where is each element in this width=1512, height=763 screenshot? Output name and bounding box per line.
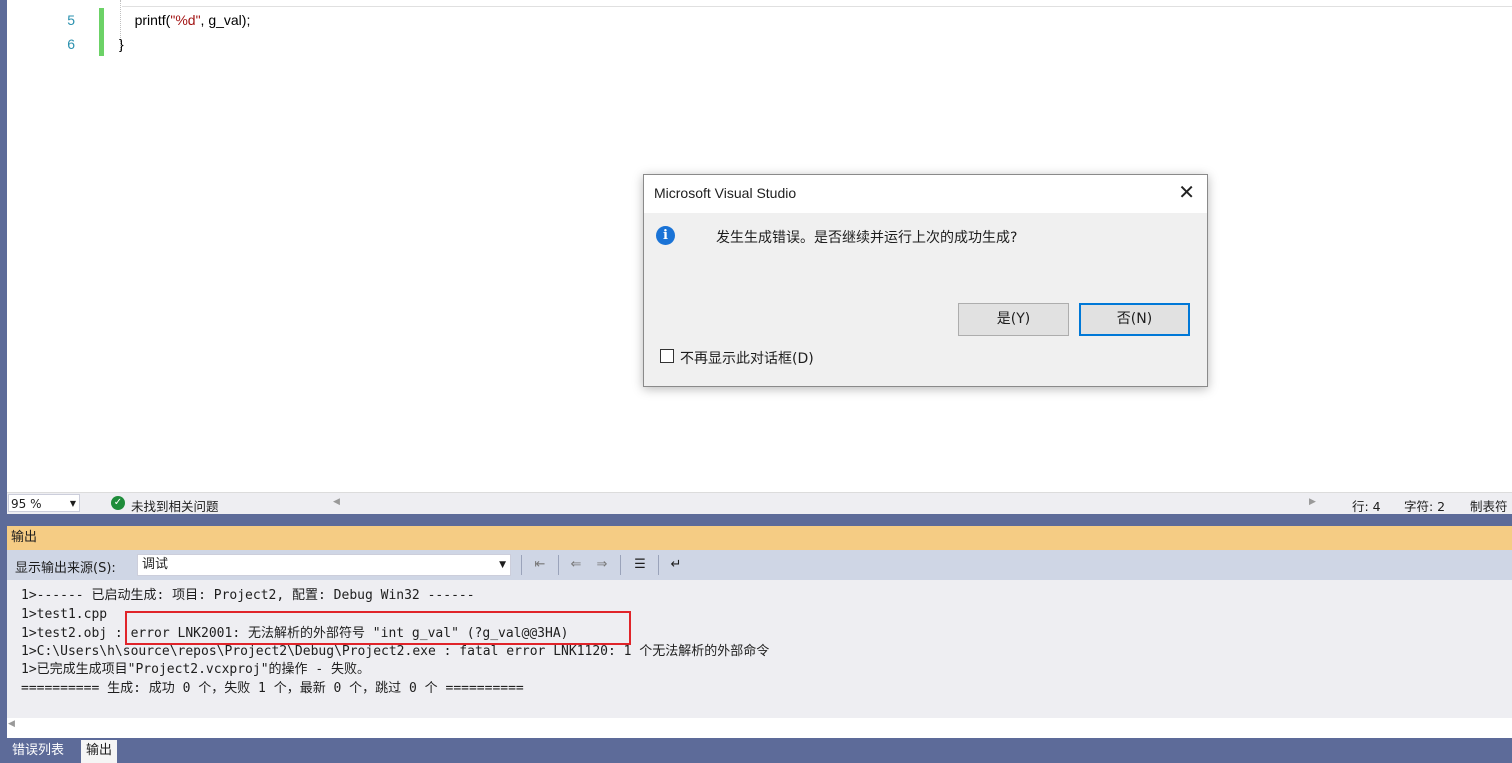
code-line[interactable]: 6 } [7, 32, 1512, 56]
word-wrap-icon[interactable]: ↵ [665, 554, 687, 576]
scroll-left-icon[interactable]: ◀ [333, 497, 340, 507]
info-icon: i [656, 226, 675, 245]
next-message-icon[interactable]: ⇒ [591, 554, 613, 576]
change-marker [99, 32, 104, 56]
line-number: 5 [67, 12, 75, 28]
output-line: 1>------ 已启动生成: 项目: Project2, 配置: Debug … [21, 588, 475, 603]
chevron-down-icon: ▼ [69, 499, 76, 508]
dont-show-again-checkbox[interactable] [660, 349, 674, 363]
output-toolbar: 显示输出来源(S): 调试 ▼ ⇤ ⇐ ⇒ ☰ ↵ [7, 550, 1512, 580]
output-source-select[interactable]: 调试 ▼ [137, 554, 511, 576]
scroll-right-icon[interactable]: ▶ [1309, 497, 1316, 507]
output-line: 1>test1.cpp [21, 607, 108, 622]
clear-all-icon[interactable]: ☰ [629, 554, 651, 576]
yes-button[interactable]: 是(Y) [958, 303, 1069, 336]
error-highlight-box [125, 611, 631, 645]
editor-status-bar: 95 % ▼ ✓ 未找到相关问题 ◀ ▶ 行: 4 字符: 2 制表符 [7, 492, 1512, 515]
bottom-tab-strip: 错误列表 输出 [7, 738, 1512, 763]
check-circle-icon: ✓ [111, 496, 125, 510]
left-window-strip [0, 0, 7, 763]
toolbar-divider [620, 555, 621, 575]
toolbar-divider [558, 555, 559, 575]
tab-output[interactable]: 输出 [81, 740, 118, 763]
dialog-message: 发生生成错误。是否继续并运行上次的成功生成? [716, 230, 1018, 246]
output-source-label: 显示输出来源(S): [15, 561, 116, 576]
output-line: 1>C:\Users\h\source\repos\Project2\Debug… [21, 644, 770, 659]
dialog-title: Microsoft Visual Studio [654, 185, 797, 201]
line-indicator: 行: 4 [1352, 499, 1381, 514]
char-indicator: 字符: 2 [1404, 499, 1446, 514]
find-message-icon[interactable]: ⇤ [529, 554, 551, 576]
no-button[interactable]: 否(N) [1079, 303, 1190, 336]
output-text-area[interactable]: 1>------ 已启动生成: 项目: Project2, 配置: Debug … [7, 580, 1512, 718]
output-panel-title: 输出 [7, 526, 1512, 550]
issues-status[interactable]: 未找到相关问题 [131, 496, 219, 515]
build-error-dialog: Microsoft Visual Studio ✕ i 发生生成错误。是否继续并… [643, 174, 1208, 387]
zoom-dropdown[interactable]: 95 % ▼ [8, 494, 80, 512]
dont-show-again-label[interactable]: 不再显示此对话框(D) [680, 348, 814, 368]
scroll-left-icon[interactable]: ◀ [8, 719, 15, 729]
change-marker [99, 8, 104, 32]
tab-error-list[interactable]: 错误列表 [7, 740, 69, 763]
dialog-title-bar: Microsoft Visual Studio ✕ [644, 175, 1207, 213]
code-text: } [119, 36, 124, 52]
toolbar-divider [658, 555, 659, 575]
output-line: ========== 生成: 成功 0 个，失败 1 个，最新 0 个，跳过 0… [21, 681, 524, 696]
tab-mode-indicator[interactable]: 制表符 [1470, 496, 1508, 515]
code-line[interactable]: 5 printf("%d", g_val); [7, 8, 1512, 32]
previous-message-icon[interactable]: ⇐ [565, 554, 587, 576]
chevron-down-icon: ▼ [499, 560, 506, 570]
code-text: printf("%d", g_val); [134, 12, 251, 28]
panel-separator [7, 514, 1512, 526]
line-number: 6 [67, 36, 75, 52]
toolbar-divider [521, 555, 522, 575]
current-line-border [122, 6, 1512, 7]
output-line: 1>已完成生成项目"Project2.vcxproj"的操作 - 失败。 [21, 662, 371, 677]
close-icon[interactable]: ✕ [1178, 180, 1195, 204]
